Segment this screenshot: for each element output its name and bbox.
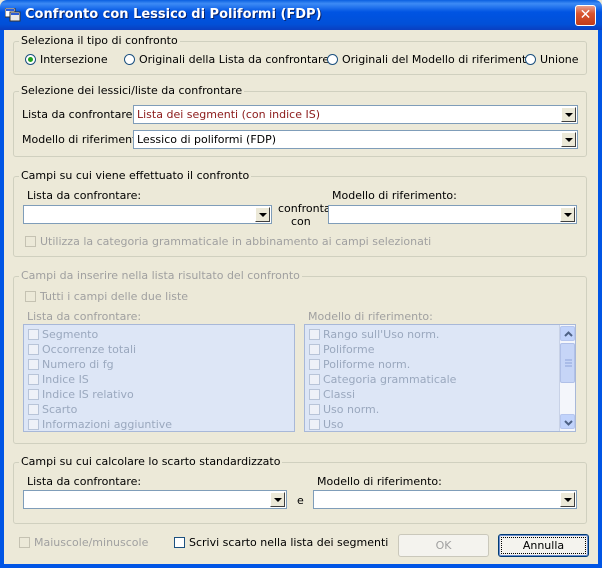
scrivi-scarto-checkbox[interactable] <box>174 537 185 548</box>
risultato-modello-listbox[interactable]: Rango sull'Uso norm. Poliforme Poliforme… <box>304 324 576 432</box>
chevron-down-icon[interactable] <box>561 107 576 122</box>
scroll-down-icon[interactable] <box>560 414 575 429</box>
radio-originali-lista[interactable] <box>124 54 135 65</box>
list-item-checkbox[interactable] <box>28 404 39 415</box>
selezione-lessici-legend: Selezione dei lessici/liste da confronta… <box>19 84 245 97</box>
list-item-checkbox[interactable] <box>309 389 320 400</box>
scroll-thumb[interactable] <box>560 343 575 383</box>
radio-unione[interactable] <box>525 54 536 65</box>
list-item-checkbox[interactable] <box>28 419 39 430</box>
lista-confrontare-value: Lista dei segmenti (con indice IS) <box>137 108 321 121</box>
list-item-checkbox[interactable] <box>309 344 320 355</box>
scarto-legend: Campi su cui calcolare lo scarto standar… <box>19 455 283 468</box>
list-item-checkbox[interactable] <box>309 419 320 430</box>
confronta-label: confronta <box>278 202 331 215</box>
scarto-lista-select[interactable] <box>23 490 287 509</box>
tipo-confronto-legend: Seleziona il tipo di confronto <box>19 34 180 47</box>
radio-originali-modello[interactable] <box>327 54 338 65</box>
campi-modello-label: Modello di riferimento: <box>332 189 457 202</box>
categoria-grammaticale-checkbox[interactable] <box>25 236 36 247</box>
list-item-checkbox[interactable] <box>28 359 39 370</box>
scarto-lista-label: Lista da confrontare: <box>27 475 142 488</box>
lista-confrontare-select[interactable]: Lista dei segmenti (con indice IS) <box>133 105 578 124</box>
list-item-checkbox[interactable] <box>309 329 320 340</box>
list-item-checkbox[interactable] <box>28 344 39 355</box>
campi-confronto-legend: Campi su cui viene effettuato il confron… <box>19 169 252 182</box>
modello-riferimento-select[interactable]: Lessico di poliformi (FDP) <box>133 130 578 149</box>
window-frame-right <box>598 30 602 568</box>
radio-unione-label[interactable]: Unione <box>540 53 579 66</box>
window-title: Confronto con Lessico di Poliformi (FDP) <box>25 7 322 22</box>
campi-modello-select[interactable] <box>328 205 577 224</box>
chevron-down-icon[interactable] <box>560 492 575 507</box>
radio-intersezione[interactable] <box>25 54 36 65</box>
maiuscole-checkbox[interactable] <box>19 537 30 548</box>
campi-risultato-legend: Campi da inserire nella lista risultato … <box>19 269 302 282</box>
list-item-checkbox[interactable] <box>28 329 39 340</box>
categoria-grammaticale-label: Utilizza la categoria grammaticale in ab… <box>40 235 432 248</box>
risultato-modello-label: Modello di riferimento: <box>308 310 433 323</box>
list-item-checkbox[interactable] <box>28 389 39 400</box>
con-label: con <box>291 215 311 228</box>
list-item-checkbox[interactable] <box>309 374 320 385</box>
scarto-modello-label: Modello di riferimento: <box>317 475 442 488</box>
chevron-down-icon[interactable] <box>560 207 575 222</box>
chevron-down-icon[interactable] <box>270 492 285 507</box>
maiuscole-label: Maiuscole/minuscole <box>34 536 149 549</box>
risultato-lista-listbox[interactable]: Segmento Occorrenze totali Numero di fg … <box>23 324 295 432</box>
chevron-down-icon[interactable] <box>255 207 270 222</box>
e-label: e <box>297 494 304 507</box>
lista-confrontare-label: Lista da confrontare: <box>22 108 137 121</box>
radio-originali-lista-label[interactable]: Originali della Lista da confrontare <box>139 53 329 66</box>
risultato-lista-label: Lista da confrontare: <box>27 310 142 323</box>
tutti-campi-label: Tutti i campi delle due liste <box>40 290 189 303</box>
campi-lista-label: Lista da confrontare: <box>27 189 142 202</box>
campi-lista-select[interactable] <box>23 205 272 224</box>
ok-button[interactable]: OK <box>398 534 489 557</box>
window-frame-bottom <box>0 564 602 568</box>
list-item-checkbox[interactable] <box>309 359 320 370</box>
scarto-modello-select[interactable] <box>313 490 577 509</box>
radio-intersezione-label[interactable]: Intersezione <box>40 53 108 66</box>
scroll-up-icon[interactable] <box>560 326 575 341</box>
chevron-down-icon[interactable] <box>561 132 576 147</box>
app-icon <box>4 7 21 22</box>
modello-riferimento-value: Lessico di poliformi (FDP) <box>137 133 277 146</box>
list-item-checkbox[interactable] <box>309 404 320 415</box>
modello-riferimento-label: Modello di riferimento: <box>22 133 147 146</box>
close-button[interactable]: ✕ <box>575 5 596 26</box>
radio-originali-modello-label[interactable]: Originali del Modello di riferimento <box>342 53 533 66</box>
list-item-checkbox[interactable] <box>28 374 39 385</box>
window-frame-left <box>0 30 4 568</box>
tutti-campi-checkbox[interactable] <box>25 291 36 302</box>
annulla-button[interactable]: Annulla <box>498 534 589 557</box>
vertical-scrollbar[interactable] <box>559 325 575 431</box>
scrivi-scarto-label[interactable]: Scrivi scarto nella lista dei segmenti <box>189 536 388 549</box>
